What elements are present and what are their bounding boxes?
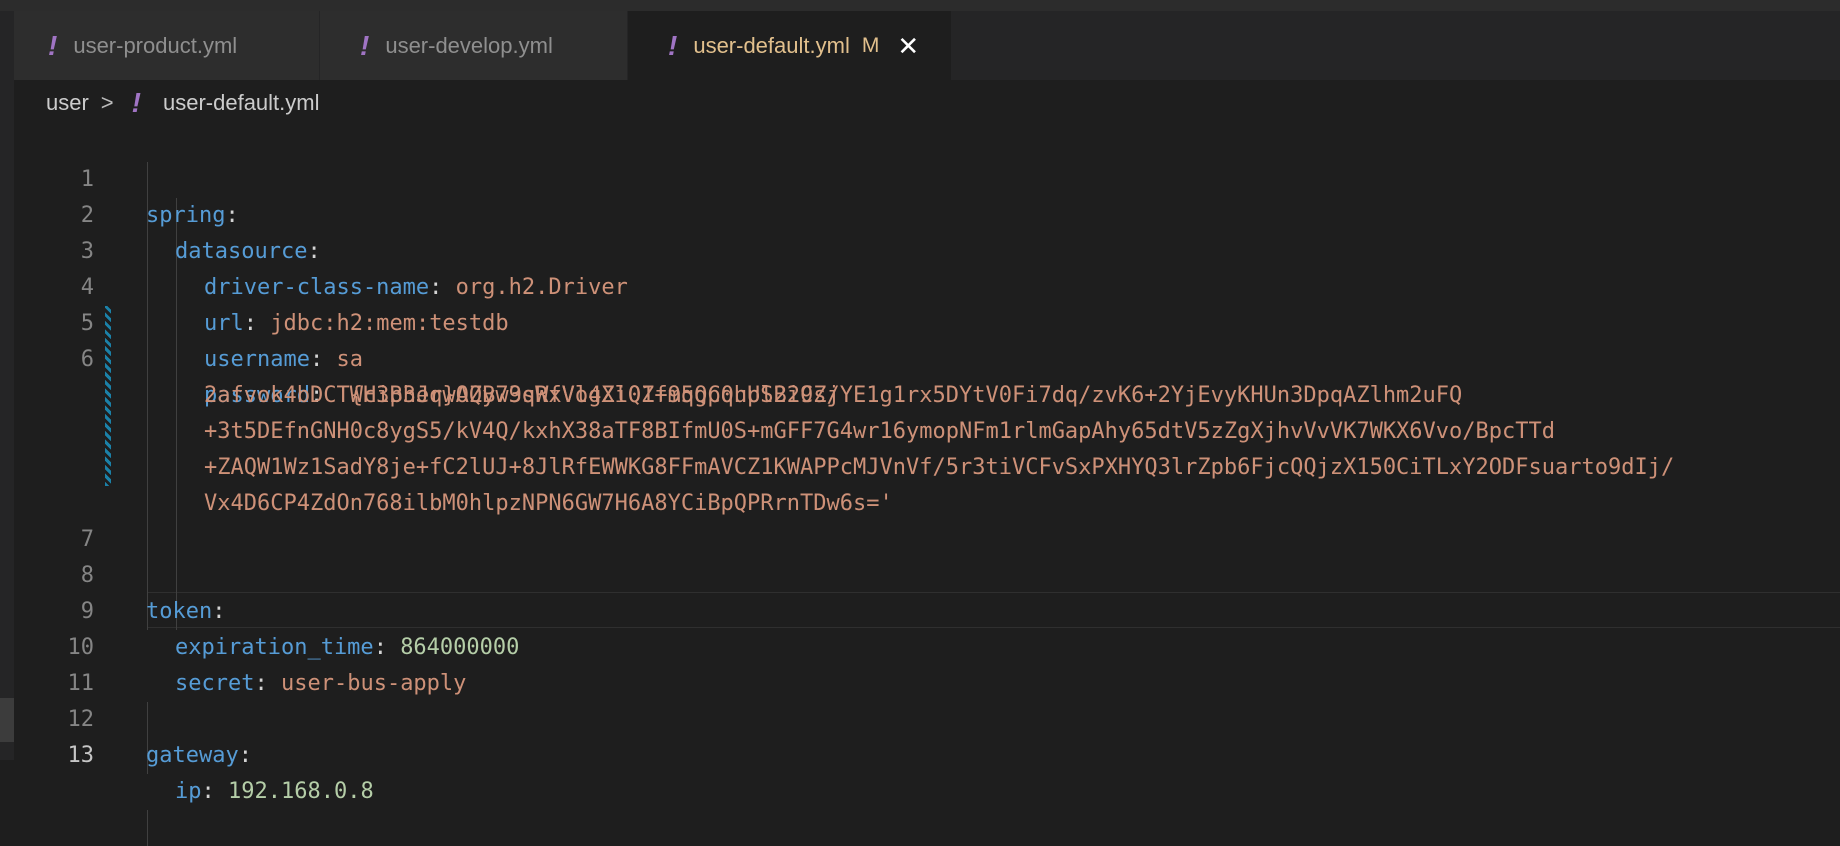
title-strip	[0, 0, 1840, 11]
tab-label: user-default.yml	[693, 32, 850, 58]
modified-indicator: M	[861, 33, 880, 57]
code-line: 8 token:	[14, 522, 1840, 624]
tab-label: user-product.yml	[73, 32, 238, 58]
code-line: 1 spring:	[14, 126, 1840, 228]
editor-tab-bar: ! user-product.yml ! user-develop.yml ! …	[14, 11, 1840, 80]
activity-strip	[0, 11, 14, 760]
code-editor[interactable]: 1 spring: 2 datasource: 3 driver-class-n…	[14, 126, 1840, 846]
wrapped-line: Vx4D6CP4ZdOn768ilbM0hlpzNPN6GW7H6A8YCiBp…	[14, 450, 1840, 516]
code-line: 2 datasource:	[14, 162, 1840, 264]
active-line-marker	[0, 698, 14, 742]
code-line: 13 ip: 192.168.0.8	[14, 702, 1840, 804]
yaml-colon: :	[201, 779, 228, 804]
wrapped-line: +ZAQW1Wz1SadY8je+fC2lUJ+8JlRfEWWKG8FFmAV…	[14, 414, 1840, 480]
tab-user-develop[interactable]: ! user-develop.yml	[320, 11, 628, 80]
breadcrumb: user > ! user-default.yml	[14, 80, 1840, 126]
wrapped-line: 2afvok4bDCTWH3B3JqwOZyw9qRfVlgZi0Zf9qQCq…	[14, 342, 1840, 408]
yaml-value: 192.168.0.8	[228, 779, 374, 804]
code-line: 11	[14, 630, 1840, 696]
wrapped-line: +3t5DEfnGNH0c8ygS5/kV4Q/kxhX38aTF8BIfmU0…	[14, 378, 1840, 444]
yaml-icon: !	[360, 29, 370, 61]
code-line: 7	[14, 486, 1840, 552]
tab-user-default[interactable]: ! user-default.yml M ✕	[628, 11, 952, 80]
breadcrumb-file[interactable]: user-default.yml	[163, 90, 320, 116]
yaml-key: ip	[175, 779, 202, 804]
code-line: 10 secret: user-bus-apply	[14, 594, 1840, 696]
code-line: 4 url: jdbc:h2:mem:testdb	[14, 234, 1840, 336]
code-line: 9 expiration_time: 864000000	[14, 558, 1840, 660]
code-line: 5 username: sa	[14, 270, 1840, 372]
chevron-right-icon: >	[100, 90, 114, 115]
yaml-icon: !	[668, 29, 678, 61]
close-icon[interactable]: ✕	[897, 33, 919, 59]
line-number: 13	[67, 743, 95, 768]
breadcrumb-folder[interactable]: user	[46, 90, 89, 116]
code-line: 6 password: '{cipher}AQB73sWxVo4XlQ1+m5g…	[14, 306, 1840, 408]
indent-guide	[147, 810, 148, 846]
yaml-icon: !	[131, 87, 141, 118]
yaml-icon: !	[48, 29, 58, 61]
code-line: 3 driver-class-name: org.h2.Driver	[14, 198, 1840, 300]
code-line: 12 gateway:	[14, 666, 1840, 768]
yaml-colon: :	[238, 743, 252, 768]
yaml-key: gateway	[146, 743, 239, 768]
tab-user-product[interactable]: ! user-product.yml	[14, 11, 320, 80]
tab-label: user-develop.yml	[385, 32, 553, 58]
